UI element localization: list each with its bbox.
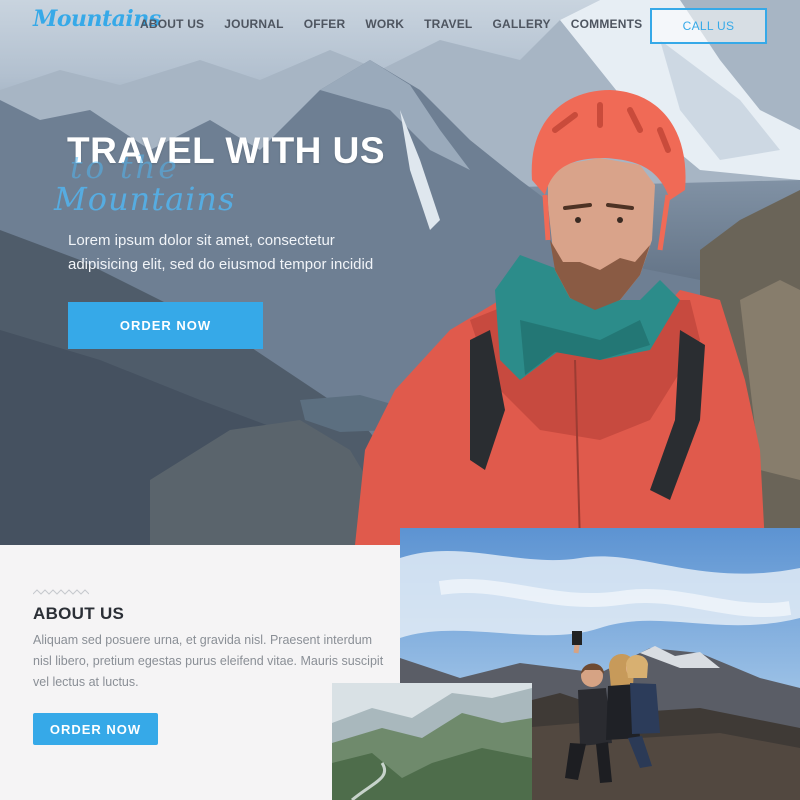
call-us-button[interactable]: CALL US — [650, 8, 767, 44]
valley-photo — [332, 683, 532, 800]
nav-item-work[interactable]: WORK — [365, 17, 404, 31]
hero-order-now-button[interactable]: ORDER NOW — [68, 302, 263, 349]
nav-item-offer[interactable]: OFFER — [304, 17, 346, 31]
hero-description: Lorem ipsum dolor sit amet, consectetur … — [68, 232, 374, 273]
nav-item-about-us[interactable]: ABOUT US — [140, 17, 204, 31]
about-order-now-button[interactable]: ORDER NOW — [33, 713, 158, 745]
hero-section: Mountains ABOUT US JOURNAL OFFER WORK TR… — [0, 0, 800, 545]
nav-item-comments[interactable]: COMMENTS — [571, 17, 643, 31]
top-navigation: Mountains ABOUT US JOURNAL OFFER WORK TR… — [0, 0, 800, 50]
hero-script-line-2: Mountains — [54, 180, 236, 218]
nav-menu: ABOUT US JOURNAL OFFER WORK TRAVEL GALLE… — [140, 17, 662, 31]
nav-item-journal[interactable]: JOURNAL — [224, 17, 283, 31]
nav-item-gallery[interactable]: GALLERY — [492, 17, 550, 31]
about-title: ABOUT US — [33, 604, 125, 623]
nav-item-travel[interactable]: TRAVEL — [424, 17, 472, 31]
zigzag-divider-icon — [33, 589, 89, 595]
